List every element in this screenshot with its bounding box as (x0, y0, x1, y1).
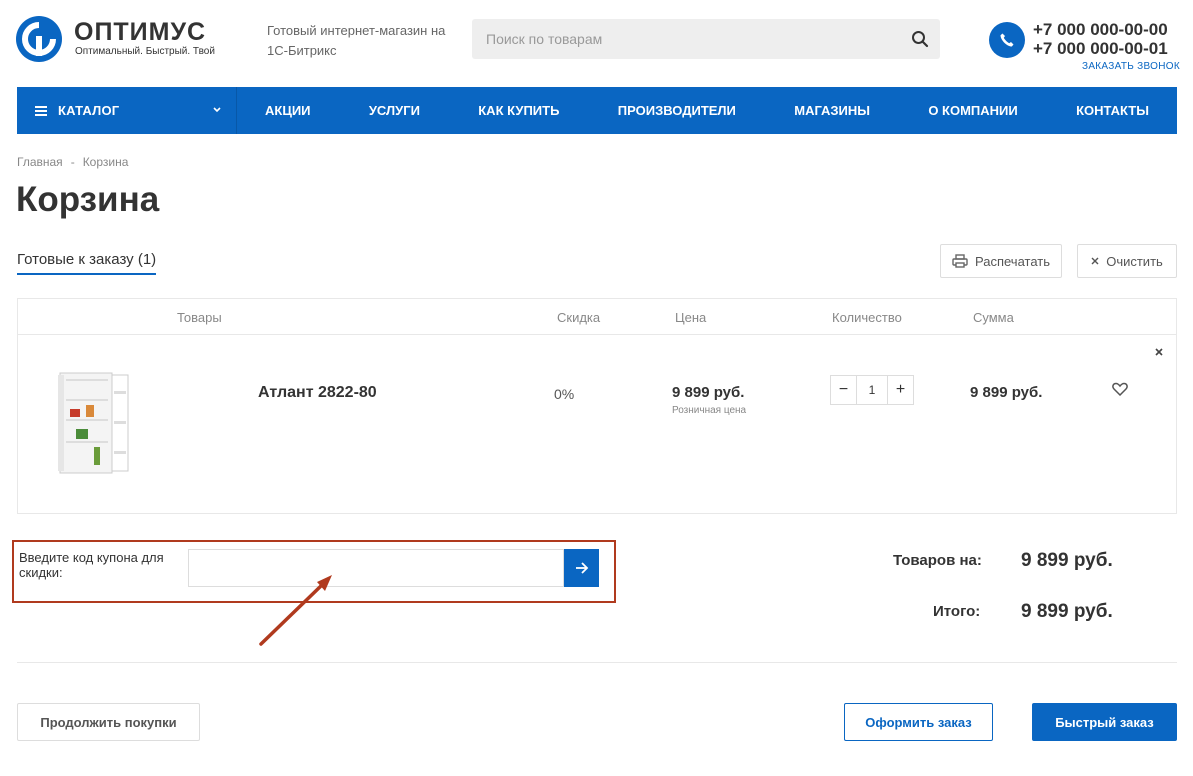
print-button[interactable]: Распечатать (940, 244, 1062, 278)
column-header-sum: Сумма (973, 310, 1014, 325)
quantity-decrease-button[interactable]: − (831, 376, 857, 404)
phone-number-2[interactable]: +7 000 000-00-01 (1033, 39, 1168, 58)
remove-item-icon[interactable] (1154, 347, 1164, 357)
annotation-arrow-icon (259, 575, 332, 646)
phone-number-1[interactable]: +7 000 000-00-00 (1033, 20, 1168, 39)
coupon-label: Введите код купона для скидки: (19, 550, 164, 580)
price-type: Розничная цена (672, 405, 747, 416)
goods-total-label: Товаров на: (893, 552, 982, 569)
nav-item-contacts[interactable]: КОНТАКТЫ (1076, 103, 1149, 118)
product-name[interactable]: Атлант 2822-80 (258, 384, 377, 402)
search-icon[interactable] (911, 30, 929, 48)
callback-link[interactable]: ЗАКАЗАТЬ ЗВОНОК (1082, 61, 1180, 72)
heart-icon[interactable] (1112, 382, 1128, 396)
product-price: 9 899 руб. (672, 384, 745, 401)
quantity-increase-button[interactable]: + (887, 376, 913, 404)
tab-ready-to-order[interactable]: Готовые к заказу (1) (17, 251, 157, 275)
print-button-label: Распечатать (974, 253, 1050, 269)
checkout-button[interactable]: Оформить заказ (844, 703, 993, 741)
header-slogan: Готовый интернет-магазин на 1С-Битрикс (267, 23, 446, 58)
grand-total-label: Итого: (933, 603, 981, 620)
burger-icon (35, 105, 47, 116)
grand-total-value: 9 899 руб. (1021, 601, 1113, 622)
arrow-right-icon (575, 562, 588, 574)
column-header-discount: Скидка (557, 310, 601, 325)
nav-catalog[interactable]: КАТАЛОГ (17, 87, 237, 134)
logo[interactable]: ОПТИМУС Оптимальный. Быстрый. Твой (16, 16, 226, 64)
cart-table-header: Товары Скидка Цена Количество Сумма (18, 299, 1176, 335)
chevron-down-icon (213, 107, 221, 113)
divider (17, 662, 1177, 663)
main-nav: КАТАЛОГ АКЦИИ УСЛУГИ КАК КУПИТЬ ПРОИЗВОД… (17, 87, 1177, 134)
quantity-stepper: − + (830, 375, 914, 405)
logo-title: ОПТИМУС (74, 18, 207, 46)
nav-item-about[interactable]: О КОМПАНИИ (928, 103, 1017, 118)
printer-icon (952, 254, 968, 268)
nav-item-services[interactable]: УСЛУГИ (369, 103, 420, 118)
nav-item-stores[interactable]: МАГАЗИНЫ (794, 103, 870, 118)
page-title: Корзина (16, 180, 160, 219)
nav-item-brands[interactable]: ПРОИЗВОДИТЕЛИ (618, 103, 736, 118)
logo-mark-icon (16, 16, 62, 62)
column-header-price: Цена (675, 310, 707, 325)
search-bar (472, 19, 940, 59)
quantity-input[interactable] (857, 376, 887, 404)
nav-catalog-label: КАТАЛОГ (58, 103, 120, 118)
clear-button[interactable]: Очистить (1077, 244, 1177, 278)
continue-shopping-button[interactable]: Продолжить покупки (17, 703, 200, 741)
cart-table: Товары Скидка Цена Количество Сумма Атла… (17, 298, 1177, 514)
phone-numbers: +7 000 000-00-00 +7 000 000-00-01 (1033, 20, 1168, 58)
product-discount: 0% (554, 386, 575, 402)
breadcrumb: Главная - Корзина (17, 155, 128, 169)
column-header-products: Товары (177, 310, 222, 325)
column-header-quantity: Количество (832, 310, 902, 325)
coupon-submit-button[interactable] (564, 549, 599, 587)
breadcrumb-home[interactable]: Главная (17, 155, 63, 169)
table-row: Атлант 2822-80 0% 9 899 руб. Розничная ц… (18, 335, 1176, 513)
nav-item-promo[interactable]: АКЦИИ (265, 103, 311, 118)
phone-icon (989, 22, 1025, 58)
nav-items: АКЦИИ УСЛУГИ КАК КУПИТЬ ПРОИЗВОДИТЕЛИ МА… (237, 103, 1177, 118)
close-icon (1091, 257, 1099, 265)
coupon-input[interactable] (188, 549, 564, 587)
breadcrumb-separator: - (70, 155, 75, 169)
product-image[interactable] (56, 371, 130, 477)
breadcrumb-current: Корзина (82, 155, 129, 169)
logo-subtitle: Оптимальный. Быстрый. Твой (75, 46, 215, 57)
clear-button-label: Очистить (1106, 253, 1163, 269)
search-input[interactable] (472, 19, 940, 59)
quick-order-button[interactable]: Быстрый заказ (1032, 703, 1177, 741)
nav-item-how-to-buy[interactable]: КАК КУПИТЬ (478, 103, 559, 118)
goods-total-value: 9 899 руб. (1021, 550, 1113, 571)
product-sum: 9 899 руб. (970, 384, 1043, 401)
